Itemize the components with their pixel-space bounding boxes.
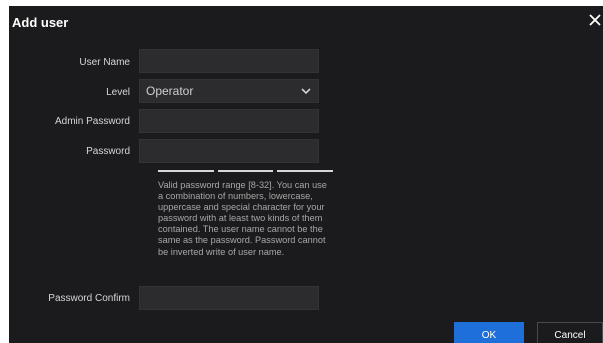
strength-segment (158, 170, 214, 172)
close-icon-glyph (589, 14, 601, 26)
password-hint: Valid password range [8-32]. You can use… (158, 180, 327, 257)
add-user-dialog: Add user User Name Level Operator Admin … (9, 6, 603, 343)
dialog-title: Add user (12, 15, 69, 30)
level-select[interactable]: Operator (139, 79, 319, 103)
chevron-down-icon (300, 85, 312, 97)
password-input[interactable] (139, 139, 319, 163)
user-name-input[interactable] (139, 49, 319, 73)
user-name-label: User Name (79, 57, 130, 68)
cancel-button[interactable]: Cancel (537, 322, 603, 343)
admin-password-input[interactable] (139, 109, 319, 133)
password-confirm-label: Password Confirm (48, 293, 130, 304)
strength-segment (217, 170, 274, 172)
level-label: Level (106, 87, 130, 98)
password-strength-meter (158, 170, 334, 173)
strength-segment (277, 170, 334, 172)
password-confirm-input[interactable] (139, 286, 319, 310)
password-label: Password (86, 146, 130, 157)
admin-password-label: Admin Password (54, 116, 130, 127)
level-selected-value: Operator (146, 84, 194, 98)
ok-button[interactable]: OK (454, 322, 524, 343)
close-icon[interactable] (589, 13, 603, 29)
